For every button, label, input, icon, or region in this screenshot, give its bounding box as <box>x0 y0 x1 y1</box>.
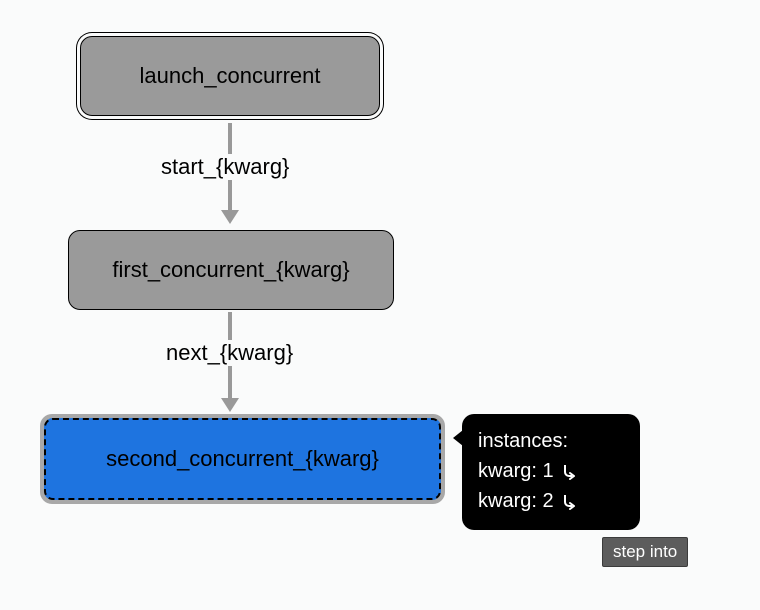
tooltip-row[interactable]: kwarg: 2 <box>478 486 624 516</box>
edge-label-next: next_{kwarg} <box>160 340 299 366</box>
node-label: first_concurrent_{kwarg} <box>112 257 349 283</box>
node-label: launch_concurrent <box>139 63 320 89</box>
tooltip-row[interactable]: kwarg: 1 <box>478 456 624 486</box>
node-launch-concurrent[interactable]: launch_concurrent <box>80 36 380 116</box>
instances-tooltip: instances: kwarg: 1 kwarg: 2 <box>462 414 640 530</box>
tooltip-title-text: instances: <box>478 426 568 456</box>
tooltip-title: instances: <box>478 426 624 456</box>
tooltip-row-label: kwarg: 1 <box>478 456 554 486</box>
step-into-icon <box>560 492 578 510</box>
step-into-hint-text: step into <box>613 542 677 561</box>
arrowhead-start <box>221 210 239 224</box>
step-into-icon <box>560 462 578 480</box>
edge-label-start: start_{kwarg} <box>155 154 295 180</box>
tooltip-row-label: kwarg: 2 <box>478 486 554 516</box>
node-second-concurrent[interactable]: second_concurrent_{kwarg} <box>40 414 445 504</box>
node-label: second_concurrent_{kwarg} <box>106 446 379 472</box>
step-into-hint: step into <box>602 537 688 567</box>
arrowhead-next <box>221 398 239 412</box>
node-inner-selected: second_concurrent_{kwarg} <box>44 418 441 500</box>
node-first-concurrent[interactable]: first_concurrent_{kwarg} <box>68 230 394 310</box>
